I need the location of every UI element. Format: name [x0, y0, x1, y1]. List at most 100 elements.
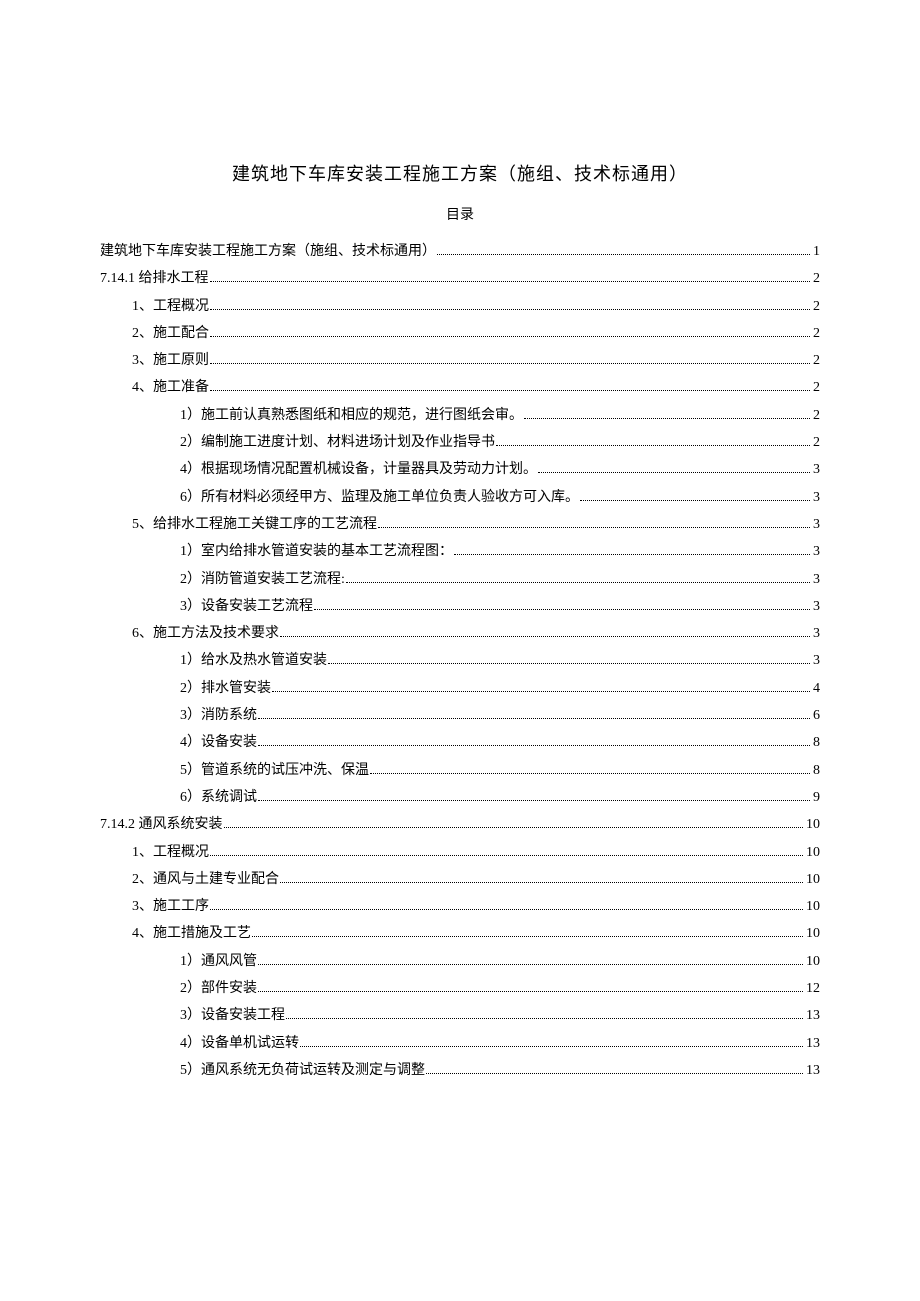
toc-leader-dots — [210, 390, 810, 391]
toc-entry-text: 4）设备安装 — [180, 729, 257, 756]
toc-entry-text: 4、施工措施及工艺 — [132, 920, 251, 947]
toc-leader-dots — [378, 527, 810, 528]
toc-entry-page: 13 — [806, 1057, 820, 1084]
toc-entry-text: 1、工程概况 — [132, 293, 209, 320]
toc-entry-page: 3 — [813, 566, 820, 593]
toc-entry: 1）室内给排水管道安装的基本工艺流程图：3 — [100, 538, 820, 565]
toc-entry-page: 3 — [813, 456, 820, 483]
toc-entry-page: 2 — [813, 374, 820, 401]
toc-leader-dots — [210, 363, 810, 364]
toc-entry-page: 13 — [806, 1030, 820, 1057]
toc-leader-dots — [328, 663, 810, 664]
toc-entry: 2）排水管安装 4 — [100, 675, 820, 702]
toc-entry: 3、施工原则2 — [100, 347, 820, 374]
toc-entry-page: 2 — [813, 320, 820, 347]
toc-entry-text: 3、施工工序 — [132, 893, 209, 920]
toc-entry-text: 1）施工前认真熟悉图纸和相应的规范，进行图纸会审。 — [180, 402, 523, 429]
toc-entry-text: 2）排水管安装 — [180, 675, 271, 702]
toc-entry: 1）施工前认真熟悉图纸和相应的规范，进行图纸会审。 2 — [100, 402, 820, 429]
toc-leader-dots — [538, 472, 810, 473]
toc-entry: 2、施工配合 2 — [100, 320, 820, 347]
toc-entry: 1）给水及热水管道安装3 — [100, 647, 820, 674]
toc-entry: 4、施工措施及工艺 10 — [100, 920, 820, 947]
toc-entry-page: 8 — [813, 757, 820, 784]
toc-entry: 5、给排水工程施工关键工序的工艺流程 3 — [100, 511, 820, 538]
toc-entry: 建筑地下车库安装工程施工方案（施组、技术标通用） 1 — [100, 238, 820, 265]
toc-leader-dots — [210, 855, 803, 856]
toc-entry-page: 10 — [806, 920, 820, 947]
toc-leader-dots — [258, 991, 803, 992]
toc-leader-dots — [314, 609, 810, 610]
toc-leader-dots — [258, 800, 810, 801]
toc-entry-text: 2）编制施工进度计划、材料进场计划及作业指导书 — [180, 429, 495, 456]
toc-leader-dots — [580, 500, 810, 501]
toc-entry-page: 2 — [813, 429, 820, 456]
toc-leader-dots — [524, 418, 810, 419]
toc-entry-text: 1）室内给排水管道安装的基本工艺流程图： — [180, 538, 453, 565]
toc-entry-page: 10 — [806, 839, 820, 866]
toc-entry-text: 2、施工配合 — [132, 320, 209, 347]
toc-entry: 3）消防系统6 — [100, 702, 820, 729]
toc-entry-text: 4）设备单机试运转 — [180, 1030, 299, 1057]
toc-leader-dots — [286, 1018, 803, 1019]
toc-entry: 1）通风风管 10 — [100, 948, 820, 975]
toc-leader-dots — [346, 582, 810, 583]
toc-entry: 7.14.1 给排水工程 2 — [100, 265, 820, 292]
toc-entry-text: 1、工程概况 — [132, 839, 209, 866]
toc-entry-page: 2 — [813, 402, 820, 429]
toc-entry-text: 7.14.1 给排水工程 — [100, 265, 209, 292]
toc-entry-page: 6 — [813, 702, 820, 729]
toc-leader-dots — [454, 554, 810, 555]
toc-entry-page: 4 — [813, 675, 820, 702]
toc-entry-page: 12 — [806, 975, 820, 1002]
toc-entry-page: 3 — [813, 511, 820, 538]
toc-entry: 4）根据现场情况配置机械设备，计量器具及劳动力计划。 3 — [100, 456, 820, 483]
toc-entry-page: 2 — [813, 293, 820, 320]
toc-leader-dots — [300, 1046, 803, 1047]
toc-entry-text: 5）管道系统的试压冲洗、保温 — [180, 757, 369, 784]
toc-entry-text: 6）系统调试 — [180, 784, 257, 811]
toc-entry-text: 6、施工方法及技术要求 — [132, 620, 279, 647]
toc-entry-text: 5、给排水工程施工关键工序的工艺流程 — [132, 511, 377, 538]
toc-entry-page: 10 — [806, 948, 820, 975]
toc-leader-dots — [210, 281, 811, 282]
toc-entry-page: 2 — [813, 265, 820, 292]
toc-entry: 3）设备安装工程 13 — [100, 1002, 820, 1029]
toc-entry: 1、工程概况 2 — [100, 293, 820, 320]
table-of-contents: 建筑地下车库安装工程施工方案（施组、技术标通用）17.14.1 给排水工程21、… — [100, 238, 820, 1084]
toc-leader-dots — [258, 745, 810, 746]
toc-leader-dots — [210, 909, 803, 910]
toc-entry: 2、通风与土建专业配合10 — [100, 866, 820, 893]
toc-entry: 2）编制施工进度计划、材料进场计划及作业指导书 2 — [100, 429, 820, 456]
toc-leader-dots — [258, 718, 810, 719]
toc-entry: 6）所有材料必须经甲方、监理及施工单位负责人验收方可入库。3 — [100, 484, 820, 511]
toc-entry-text: 2）消防管道安装工艺流程: — [180, 566, 345, 593]
toc-entry-text: 2）部件安装 — [180, 975, 257, 1002]
toc-leader-dots — [210, 336, 810, 337]
toc-entry-text: 3）设备安装工程 — [180, 1002, 285, 1029]
toc-entry: 4）设备单机试运转 13 — [100, 1030, 820, 1057]
toc-entry-page: 3 — [813, 620, 820, 647]
toc-leader-dots — [496, 445, 810, 446]
toc-leader-dots — [224, 827, 804, 828]
toc-entry: 3）设备安装工艺流程3 — [100, 593, 820, 620]
toc-entry-text: 建筑地下车库安装工程施工方案（施组、技术标通用） — [100, 238, 436, 265]
toc-entry-page: 10 — [806, 811, 820, 838]
toc-entry-text: 1）通风风管 — [180, 948, 257, 975]
toc-entry-page: 13 — [806, 1002, 820, 1029]
toc-entry-page: 10 — [806, 866, 820, 893]
toc-entry-page: 3 — [813, 593, 820, 620]
toc-leader-dots — [210, 309, 810, 310]
toc-entry: 7.14.2 通风系统安装 10 — [100, 811, 820, 838]
toc-leader-dots — [437, 254, 810, 255]
toc-entry-page: 10 — [806, 893, 820, 920]
toc-entry-page: 1 — [813, 238, 820, 265]
toc-entry: 3、施工工序 10 — [100, 893, 820, 920]
toc-entry: 4、施工准备2 — [100, 374, 820, 401]
toc-entry-text: 7.14.2 通风系统安装 — [100, 811, 223, 838]
toc-heading: 目录 — [100, 204, 820, 224]
toc-leader-dots — [370, 773, 810, 774]
toc-entry-page: 2 — [813, 347, 820, 374]
toc-entry-text: 4）根据现场情况配置机械设备，计量器具及劳动力计划。 — [180, 456, 537, 483]
toc-entry: 4）设备安装8 — [100, 729, 820, 756]
